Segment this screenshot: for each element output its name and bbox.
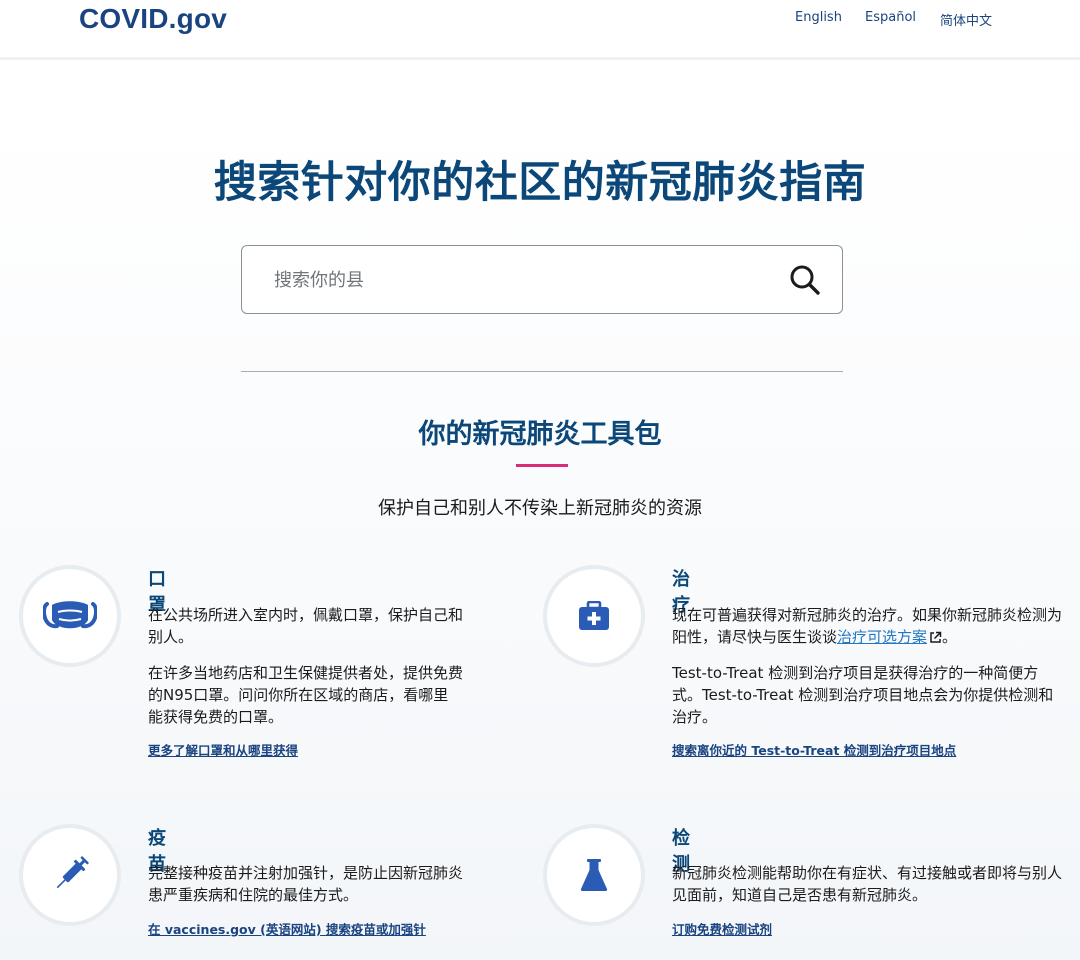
treatment-para-2: Test-to-Treat 检测到治疗项目是获得治疗的一种简便方式。Test-t…: [672, 664, 1054, 726]
order-free-tests-link[interactable]: 订购免费检测试剂: [672, 919, 772, 938]
testing-para-1: 新冠肺炎检测能帮助你在有症状、有过接触或者即将与别人见面前，知道自己是否患有新冠…: [672, 864, 1063, 904]
language-nav: English Español 简体中文: [0, 10, 1080, 30]
test-to-treat-locator-link[interactable]: 搜索离你近的 Test-to-Treat 检测到治疗项目地点: [672, 740, 956, 759]
vaccines-icon-circle: [19, 824, 121, 926]
lang-spanish-link[interactable]: Español: [865, 10, 916, 25]
flask-icon: [580, 859, 608, 891]
county-search-input[interactable]: [274, 264, 754, 296]
vaccines-search-link[interactable]: 在 vaccines.gov (英语网站) 搜索疫苗或加强针: [148, 919, 426, 938]
county-search-box: [241, 245, 843, 314]
masks-icon-circle: [19, 565, 121, 667]
testing-icon-circle: [543, 824, 645, 926]
masks-para-2: 在许多当地药店和卫生保健提供者处，提供免费的N95口罩。问问你所在区域的商店，看…: [148, 664, 464, 726]
treatment-icon-circle: [543, 565, 645, 667]
masks-para-1: 在公共场所进入室内时，佩戴口罩，保护自己和别人。: [148, 606, 464, 646]
section-divider: [241, 371, 843, 372]
treatment-options-link[interactable]: 治疗可选方案: [837, 628, 927, 646]
lang-english-link[interactable]: English: [795, 10, 842, 25]
masks-learn-more-link[interactable]: 更多了解口罩和从哪里获得: [148, 740, 298, 759]
toolkit-subtitle: 保护自己和别人不传染上新冠肺炎的资源: [378, 498, 702, 519]
site-header: COVID.gov English Español 简体中文: [0, 0, 1080, 60]
vaccines-para-1: 完整接种疫苗并注射加强针，是防止因新冠肺炎患严重疾病和住院的最佳方式。: [148, 864, 464, 904]
syringe-icon: [56, 856, 89, 889]
lang-chinese-link[interactable]: 简体中文: [940, 10, 992, 29]
treatment-para-1: 现在可普遍获得对新冠肺炎的治疗。如果你新冠肺炎检测为阳性，请尽快与医生谈谈治疗可…: [672, 604, 1067, 648]
treatment-para-1-end: 。: [942, 628, 958, 646]
toolkit-title: 你的新冠肺炎工具包: [418, 419, 662, 450]
title-accent-bar: [516, 464, 568, 467]
search-button[interactable]: [788, 263, 822, 297]
search-icon: [790, 265, 820, 295]
mask-icon: [43, 601, 97, 629]
external-link-icon: [930, 631, 942, 643]
page-title: 搜索针对你的社区的新冠肺炎指南: [213, 158, 867, 208]
medical-kit-icon: [579, 601, 609, 630]
